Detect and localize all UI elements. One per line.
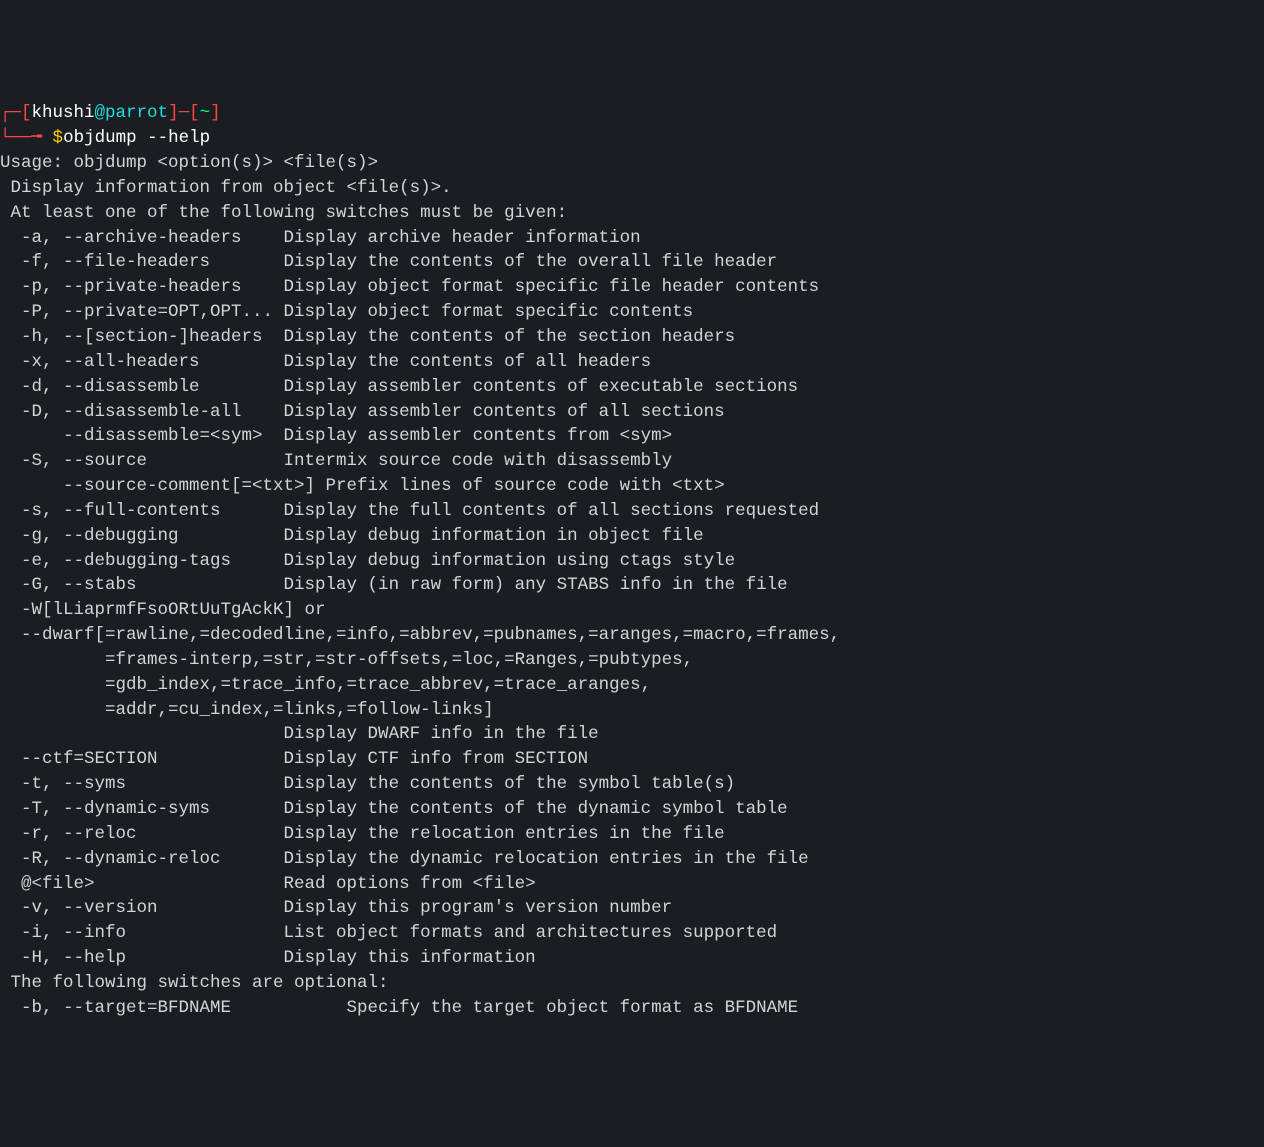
option-line: =frames-interp,=str,=str-offsets,=loc,=R… (0, 648, 1264, 673)
terminal-output[interactable]: ┌─[khushi@parrot]─[~]└──╼ $objdump --hel… (0, 101, 1264, 1020)
option-line: -S, --source Intermix source code with d… (0, 449, 1264, 474)
option-line: -s, --full-contents Display the full con… (0, 499, 1264, 524)
option-line: -H, --help Display this information (0, 946, 1264, 971)
prompt-line-2: └──╼ $objdump --help (0, 126, 1264, 151)
option-line: -v, --version Display this program's ver… (0, 896, 1264, 921)
option-line: Display DWARF info in the file (0, 722, 1264, 747)
option-line: -R, --dynamic-reloc Display the dynamic … (0, 847, 1264, 872)
option-line: -x, --all-headers Display the contents o… (0, 350, 1264, 375)
option-line: -b, --target=BFDNAME Specify the target … (0, 996, 1264, 1021)
option-line: =gdb_index,=trace_info,=trace_abbrev,=tr… (0, 673, 1264, 698)
option-line: -T, --dynamic-syms Display the contents … (0, 797, 1264, 822)
option-line: -G, --stabs Display (in raw form) any ST… (0, 573, 1264, 598)
option-line: -i, --info List object formats and archi… (0, 921, 1264, 946)
usage-line: Usage: objdump <option(s)> <file(s)> (0, 151, 1264, 176)
prompt-line-1: ┌─[khushi@parrot]─[~] (0, 101, 1264, 126)
option-line: -f, --file-headers Display the contents … (0, 250, 1264, 275)
option-line: -W[lLiaprmfFsoORtUuTgAckK] or (0, 598, 1264, 623)
desc-line: Display information from object <file(s)… (0, 176, 1264, 201)
option-line: -P, --private=OPT,OPT... Display object … (0, 300, 1264, 325)
option-line: -h, --[section-]headers Display the cont… (0, 325, 1264, 350)
option-line: -a, --archive-headers Display archive he… (0, 226, 1264, 251)
option-line: -r, --reloc Display the relocation entri… (0, 822, 1264, 847)
option-line: --dwarf[=rawline,=decodedline,=info,=abb… (0, 623, 1264, 648)
section-header: The following switches are optional: (0, 971, 1264, 996)
option-line: -p, --private-headers Display object for… (0, 275, 1264, 300)
option-line: --ctf=SECTION Display CTF info from SECT… (0, 747, 1264, 772)
option-line: -D, --disassemble-all Display assembler … (0, 400, 1264, 425)
option-line: =addr,=cu_index,=links,=follow-links] (0, 698, 1264, 723)
option-line: @<file> Read options from <file> (0, 872, 1264, 897)
command-text: objdump --help (63, 128, 210, 148)
option-line: -g, --debugging Display debug informatio… (0, 524, 1264, 549)
option-line: -e, --debugging-tags Display debug infor… (0, 549, 1264, 574)
option-line: -t, --syms Display the contents of the s… (0, 772, 1264, 797)
option-line: --disassemble=<sym> Display assembler co… (0, 424, 1264, 449)
option-line: -d, --disassemble Display assembler cont… (0, 375, 1264, 400)
option-line: --source-comment[=<txt>] Prefix lines of… (0, 474, 1264, 499)
desc-line: At least one of the following switches m… (0, 201, 1264, 226)
